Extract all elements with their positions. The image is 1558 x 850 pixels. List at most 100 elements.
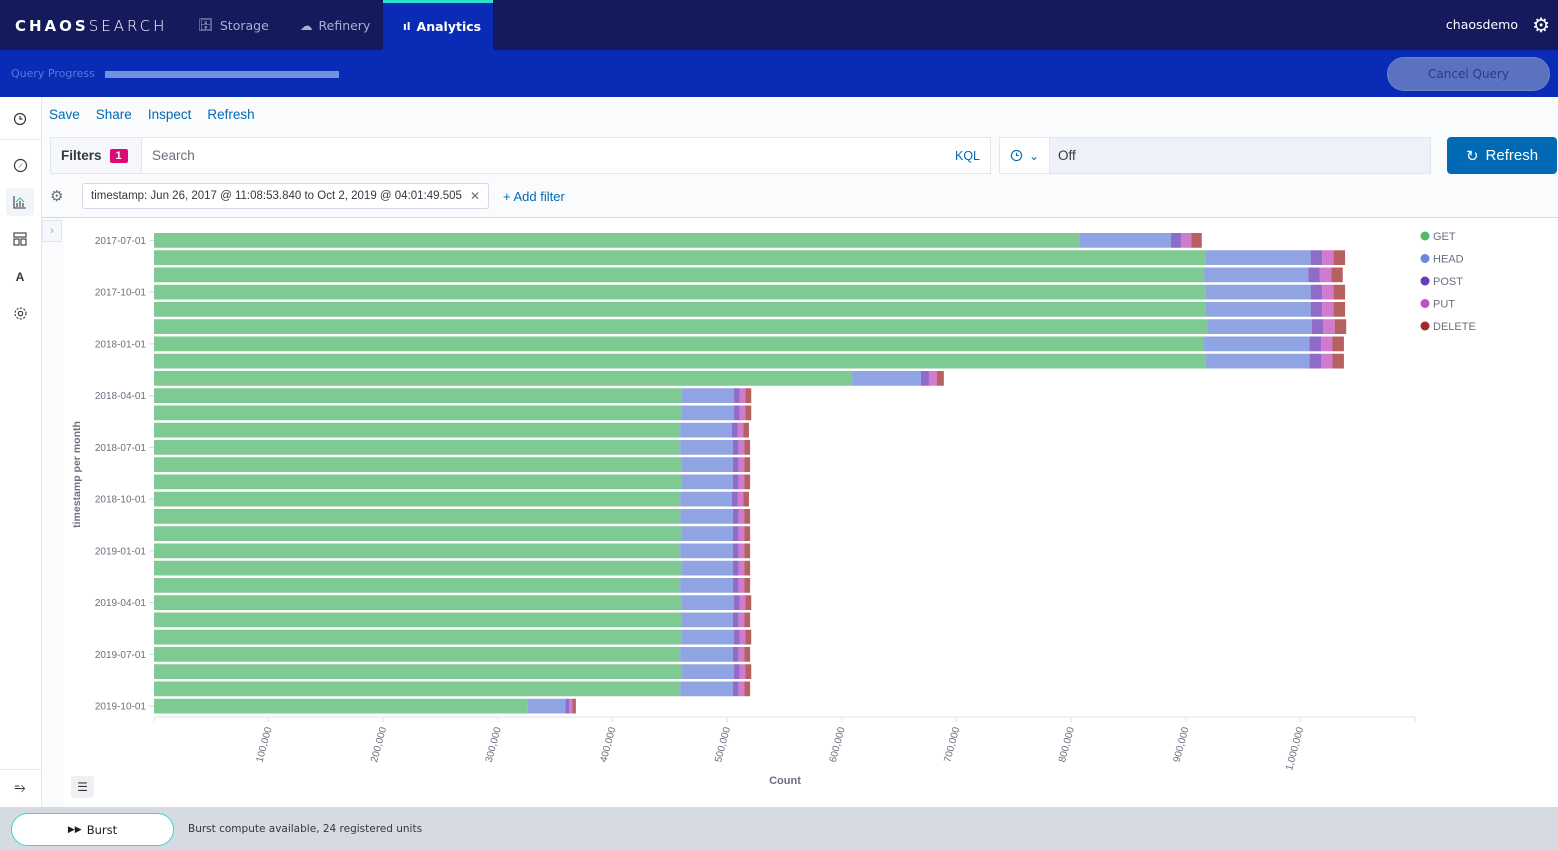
kql-toggle[interactable]: KQL [955,149,990,163]
nav-tab-analytics[interactable]: ıl Analytics [383,0,493,50]
query-bar: Filters 1 KQL [50,137,991,174]
bar-segment-put [568,698,573,714]
bar-segment-put [739,595,746,610]
bar-segment-post [734,629,740,645]
chaossearch-logo[interactable]: CHAOSSEARCH [15,17,167,35]
dashboard-icon[interactable] [6,225,34,253]
save-link[interactable]: Save [49,107,80,122]
legend-label-put[interactable]: PUT [1433,299,1455,311]
bar-segment-get [154,405,682,421]
query-progress-label: Query Progress [11,67,95,80]
bar-segment-put [739,388,746,403]
add-filter-button[interactable]: + Add filter [503,189,565,204]
bar-segment-put [739,664,746,679]
legend-toggle-icon[interactable]: ☰ [71,776,94,798]
y-tick-label: 2018-04-01 [95,391,147,402]
bar-segment-delete [744,526,751,541]
bar-segment-delete [572,698,576,714]
visualize-icon[interactable] [6,188,34,216]
remove-filter-icon[interactable]: ✕ [470,189,480,203]
legend-label-get[interactable]: GET [1433,231,1456,243]
bar-segment-put [1320,353,1333,369]
y-tick-label: 2019-07-01 [95,650,147,661]
filters-count-badge: 1 [109,148,128,163]
legend-label-delete[interactable]: DELETE [1433,321,1476,333]
bar-segment-head [527,698,566,714]
bar-segment-get [154,543,681,559]
inspect-link[interactable]: Inspect [148,107,192,122]
expand-sidebar-icon[interactable]: › [42,220,62,242]
bar-segment-delete [1334,319,1347,334]
refresh-link[interactable]: Refresh [207,107,254,122]
bar-segment-delete [744,543,751,559]
search-input[interactable] [142,148,955,163]
bar-segment-delete [743,491,749,507]
bar-segment-post [732,474,739,490]
top-links: Save Share Inspect Refresh [49,107,255,122]
refresh-button[interactable]: ↻ Refresh [1447,137,1557,174]
nav-tab-storage[interactable]: 🗄 Storage [178,0,289,50]
bar-segment-post [734,595,740,610]
recent-icon[interactable] [6,105,34,133]
burst-status: Burst compute available, 24 registered u… [188,823,423,835]
bar-segment-post [1311,319,1324,334]
bar-segment-get [154,284,1206,300]
side-nav-divider [0,139,41,140]
bar-segment-get [154,681,681,697]
stacked-bar-chart: 100,000 200,000 300,000 400,000 500,000 600,0… [71,231,1476,787]
filter-pill-timestamp[interactable]: timestamp: Jun 26, 2017 @ 11:08:53.840 t… [82,183,489,209]
bar-segment-put [738,543,745,559]
bar-segment-post [734,405,740,421]
filters-button[interactable]: Filters 1 [51,138,142,173]
quick-time-menu[interactable]: ⌄ [1000,138,1050,173]
bar-segment-put [1322,250,1334,265]
user-name[interactable]: chaosdemo [1446,17,1518,32]
bar-segment-post [732,543,739,559]
bar-segment-get [154,664,682,679]
bar-segment-head [681,612,733,628]
settings-icon[interactable] [6,299,34,327]
cloud-icon: ☁ [300,17,313,33]
bar-segment-put [738,474,745,490]
legend-label-head[interactable]: HEAD [1433,254,1464,266]
discover-icon[interactable] [6,151,34,179]
bar-segment-post [732,526,739,541]
bar-segment-post [732,457,739,472]
filter-settings-icon[interactable]: ⚙ [50,187,70,205]
bar-segment-put [1320,336,1333,352]
burst-button[interactable]: ▶▶ Burst [11,813,174,846]
cancel-query-button[interactable]: Cancel Query [1387,57,1550,91]
footer-bar: ▶▶ Burst Burst compute available, 24 reg… [0,807,1558,850]
refresh-interval-value[interactable]: Off [1050,148,1076,163]
bar-segment-head [680,440,733,455]
filter-row: ⚙ timestamp: Jun 26, 2017 @ 11:08:53.840… [50,183,565,209]
bar-segment-head [681,405,735,421]
bar-segment-head [681,526,733,541]
bar-segment-put [738,457,745,472]
bar-segment-delete [744,612,751,628]
bar-segment-put [739,405,746,421]
bar-segment-delete [744,509,751,524]
gear-icon[interactable]: ⚙ [1532,13,1550,38]
nav-tab-refinery[interactable]: ☁ Refinery [280,0,390,50]
collapse-nav-icon[interactable]: ⥱ [6,773,34,801]
filter-pill-label: timestamp: Jun 26, 2017 @ 11:08:53.840 t… [91,190,462,202]
bar-segment-delete [745,405,752,421]
account-icon[interactable]: A [6,263,34,291]
bar-segment-head [1204,336,1310,352]
y-tick-label: 2018-07-01 [95,443,147,454]
bar-segment-put [738,681,745,697]
bar-segment-head [1205,250,1311,265]
x-tick-label: 200,000 [369,726,389,764]
bar-segment-get [154,388,682,403]
bar-segment-put [738,509,745,524]
legend-label-post[interactable]: POST [1433,276,1463,288]
bar-segment-head [681,664,735,679]
share-link[interactable]: Share [96,107,132,122]
bar-segment-head [680,647,733,662]
bar-segment-get [154,371,853,386]
nav-tab-label: Analytics [416,19,482,34]
nav-tab-label: Refinery [318,17,371,33]
legend-dot-put [1420,299,1430,308]
y-axis-title: timestamp per month [71,421,83,528]
